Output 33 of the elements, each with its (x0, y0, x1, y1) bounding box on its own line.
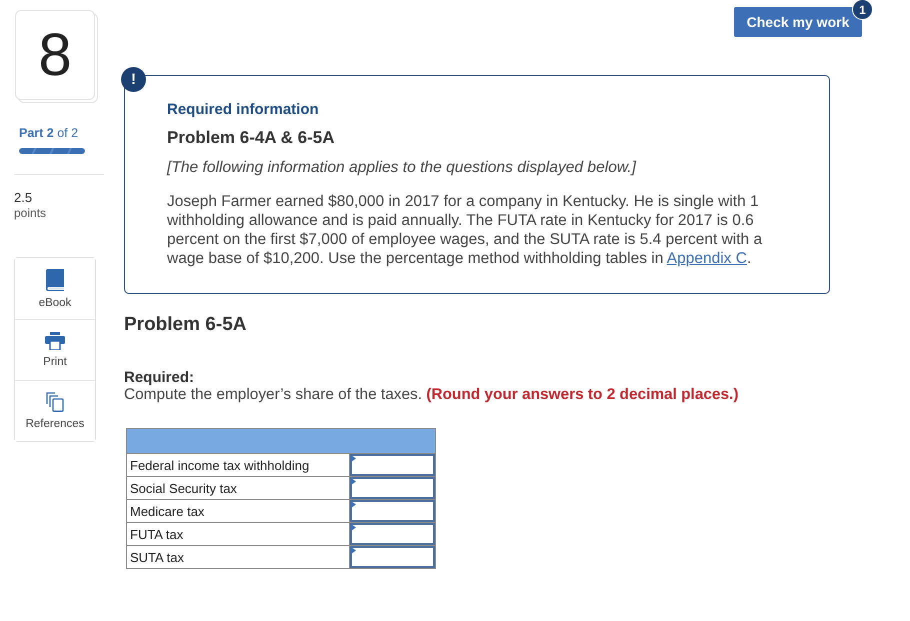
info-heading: Required information (167, 100, 320, 120)
appendix-link[interactable]: Appendix C (666, 250, 747, 267)
triangle-icon (350, 547, 356, 554)
row-label: Medicare tax (126, 500, 350, 522)
triangle-icon (350, 501, 356, 508)
question-number: 8 (38, 25, 72, 85)
documents-icon (46, 392, 64, 412)
book-icon (46, 268, 64, 290)
row-label: Social Security tax (126, 476, 350, 500)
points-value: 2.5 (14, 190, 34, 206)
problem-description: Joseph Farmer earned $80,000 in 2017 for a company in Kentucky. He is single with 1 withholding allowance and is paid annually. The FUTA rate in Kentucky for 2017 is 0.6 percent on the first $7,000 of employee wages, and the SUTA rate is 5.4 percent with a wage base of $10,200. Use the percentage method withholding tables in Appendix C. (167, 192, 764, 268)
answer-field[interactable] (350, 500, 435, 522)
points-label: points (14, 206, 48, 220)
problem-title: Problem 6-4A & 6-5A (167, 128, 336, 148)
answer-field[interactable] (350, 477, 435, 499)
row-label: SUTA tax (126, 546, 350, 568)
printer-icon (45, 332, 65, 350)
row-label: Federal income tax withholding (126, 454, 350, 476)
triangle-icon (350, 524, 356, 531)
triangle-icon (350, 478, 356, 485)
problem-heading: Problem 6-5A (124, 314, 248, 336)
instruction-text: Compute the employer’s share of the taxes. (Round your answers to 2 decimal places.) (124, 386, 740, 403)
required-label: Required: (124, 369, 196, 386)
answer-field[interactable] (350, 546, 435, 568)
part-indicator: Part 2 of 2 (19, 126, 80, 140)
answer-field[interactable] (350, 454, 435, 476)
answer-field[interactable] (350, 523, 435, 545)
info-note: [The following information applies to the questions displayed below.] (167, 158, 638, 178)
triangle-icon (350, 455, 356, 462)
references-button[interactable]: References (15, 380, 95, 441)
count-badge: 1 (852, 0, 873, 20)
row-label: FUTA tax (126, 522, 350, 546)
alert-badge: ! (121, 67, 146, 92)
